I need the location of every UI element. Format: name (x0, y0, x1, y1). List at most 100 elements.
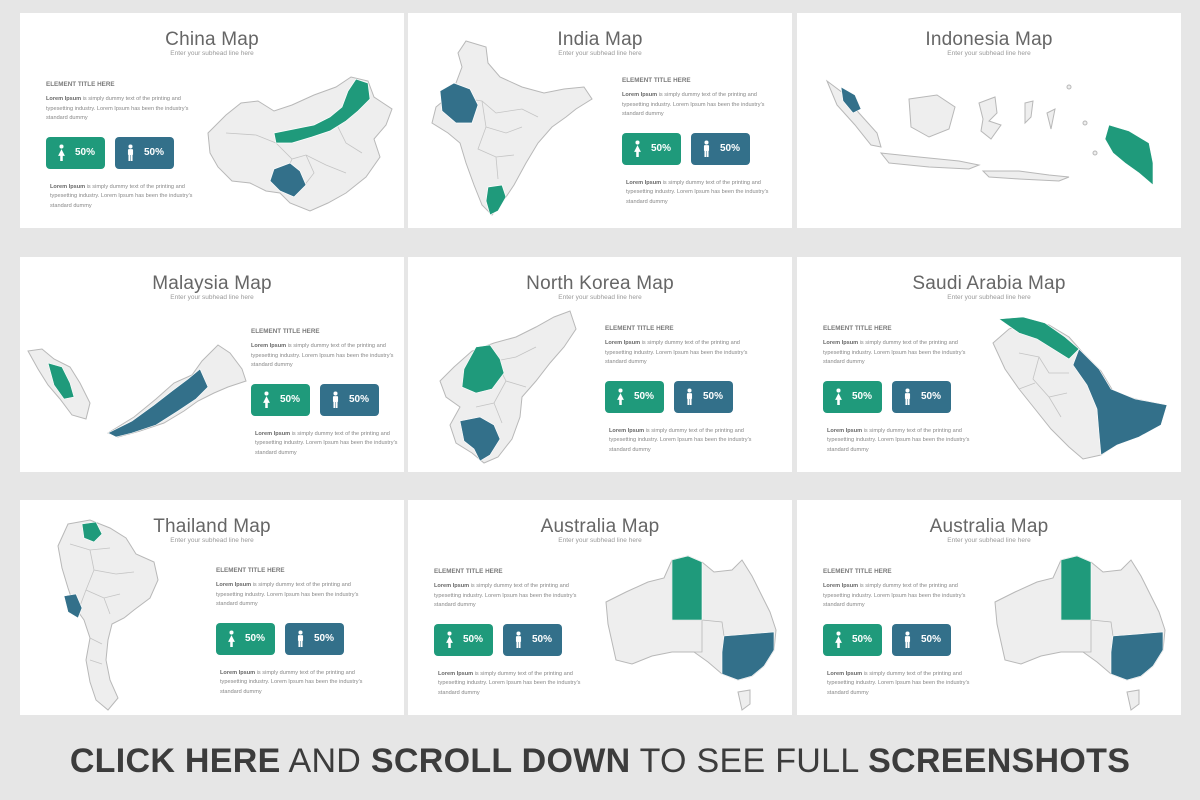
lorem-bold: Lorem Ipsum (50, 183, 86, 190)
cta-banner[interactable]: CLICK HERE AND SCROLL DOWN TO SEE FULL S… (0, 742, 1200, 781)
slide-subtitle: Enter your subhead line here (947, 50, 1031, 57)
lorem-paragraph: Lorem Ipsum is simply dummy text of the … (823, 339, 973, 368)
lorem-bold: Lorem Ipsum (251, 343, 287, 349)
lorem-bold: Lorem Ipsum (438, 670, 474, 677)
male-person-icon (127, 144, 134, 162)
lorem-paragraph: Lorem Ipsum is simply dummy text of the … (605, 339, 755, 368)
female-percent: 50% (74, 147, 95, 159)
female-percent: 50% (244, 633, 265, 645)
female-percent: 50% (851, 391, 872, 403)
male-person-icon (297, 630, 304, 648)
lorem-paragraph-2: Lorem Ipsum is simply dummy text of the … (216, 669, 366, 698)
female-person-icon (228, 630, 235, 648)
slide-india[interactable]: India Map Enter your subhead line here E… (408, 13, 792, 228)
female-stat: 50% (622, 132, 681, 165)
slide-subtitle: Enter your subhead line here (947, 294, 1031, 301)
male-person-icon (703, 140, 710, 158)
australia-map-illustration (994, 555, 1166, 711)
lorem-bold: Lorem Ipsum (827, 427, 863, 434)
female-person-icon (446, 631, 453, 649)
female-person-icon (835, 631, 842, 649)
male-stat: 50% (691, 132, 750, 165)
lorem-bold: Lorem Ipsum (626, 179, 662, 186)
male-stat: 50% (115, 136, 174, 169)
australia-map-illustration (605, 555, 777, 711)
lorem-bold: Lorem Ipsum (216, 582, 252, 588)
stats-row: 50% 50% (434, 623, 584, 656)
lorem-bold: Lorem Ipsum (46, 96, 82, 102)
lorem-paragraph: Lorem Ipsum is simply dummy text of the … (823, 582, 973, 611)
element-title: ELEMENT TITLE HERE (622, 77, 691, 84)
female-person-icon (617, 388, 624, 406)
element-title: ELEMENT TITLE HERE (823, 568, 892, 575)
female-stat: 50% (46, 136, 105, 169)
china-map-illustration (207, 76, 393, 212)
slide-north-korea[interactable]: North Korea Map Enter your subhead line … (408, 257, 792, 472)
female-person-icon (634, 140, 641, 158)
slide-australia-2[interactable]: Australia Map Enter your subhead line he… (797, 500, 1181, 715)
lorem-paragraph: Lorem Ipsum is simply dummy text of the … (251, 342, 401, 371)
slide-subtitle: Enter your subhead line here (558, 537, 642, 544)
slide-subtitle: Enter your subhead line here (170, 50, 254, 57)
info-block: ELEMENT TITLE HERE Lorem Ipsum is simply… (434, 568, 584, 699)
male-stat: 50% (503, 623, 562, 656)
male-percent: 50% (348, 394, 369, 406)
male-percent: 50% (920, 634, 941, 646)
slide-indonesia[interactable]: Indonesia Map Enter your subhead line he… (797, 13, 1181, 228)
female-percent: 50% (462, 634, 483, 646)
info-block: ELEMENT TITLE HERE Lorem Ipsum is simply… (251, 328, 401, 459)
female-percent: 50% (851, 634, 872, 646)
slide-saudi-arabia[interactable]: Saudi Arabia Map Enter your subhead line… (797, 257, 1181, 472)
indonesia-map-illustration (825, 79, 1154, 186)
lorem-paragraph: Lorem Ipsum is simply dummy text of the … (46, 95, 196, 124)
stats-row: 50% 50% (823, 380, 973, 413)
female-person-icon (58, 144, 65, 162)
male-stat: 50% (285, 622, 344, 655)
lorem-paragraph: Lorem Ipsum is simply dummy text of the … (434, 582, 584, 611)
male-percent: 50% (719, 143, 740, 155)
lorem-paragraph: Lorem Ipsum is simply dummy text of the … (216, 581, 366, 610)
slide-title: North Korea Map (526, 273, 674, 294)
stats-row: 50% 50% (823, 623, 973, 656)
slide-title: Malaysia Map (152, 273, 272, 294)
element-title: ELEMENT TITLE HERE (46, 81, 115, 88)
banner-and: AND (280, 742, 371, 780)
banner-screenshots: SCREENSHOTS (868, 742, 1131, 780)
male-percent: 50% (143, 147, 164, 159)
female-person-icon (835, 388, 842, 406)
female-stat: 50% (823, 623, 882, 656)
stats-row: 50% 50% (251, 383, 401, 416)
element-title: ELEMENT TITLE HERE (251, 328, 320, 335)
slide-australia-1[interactable]: Australia Map Enter your subhead line he… (408, 500, 792, 715)
female-stat: 50% (823, 380, 882, 413)
male-stat: 50% (320, 383, 379, 416)
slide-china[interactable]: China Map Enter your subhead line here E… (20, 13, 404, 228)
slide-thailand[interactable]: Thailand Map Enter your subhead line her… (20, 500, 404, 715)
lorem-paragraph-2: Lorem Ipsum is simply dummy text of the … (622, 179, 772, 208)
female-person-icon (263, 391, 270, 409)
slide-title: Saudi Arabia Map (912, 273, 1066, 294)
female-stat: 50% (251, 383, 310, 416)
stats-row: 50% 50% (605, 380, 755, 413)
male-percent: 50% (920, 391, 941, 403)
lorem-paragraph-2: Lorem Ipsum is simply dummy text of the … (434, 670, 584, 699)
slide-subtitle: Enter your subhead line here (170, 294, 254, 301)
male-percent: 50% (702, 391, 723, 403)
male-person-icon (904, 631, 911, 649)
lorem-paragraph-2: Lorem Ipsum is simply dummy text of the … (46, 183, 196, 212)
slide-title: China Map (165, 29, 259, 50)
lorem-bold: Lorem Ipsum (220, 669, 256, 676)
female-percent: 50% (633, 391, 654, 403)
slide-subtitle: Enter your subhead line here (947, 537, 1031, 544)
info-block: ELEMENT TITLE HERE Lorem Ipsum is simply… (823, 568, 973, 699)
stats-row: 50% 50% (216, 622, 366, 655)
lorem-bold: Lorem Ipsum (823, 583, 859, 589)
male-person-icon (686, 388, 693, 406)
lorem-bold: Lorem Ipsum (605, 340, 641, 346)
slide-malaysia[interactable]: Malaysia Map Enter your subhead line her… (20, 257, 404, 472)
malaysia-map-illustration (27, 344, 247, 438)
banner-click-here: CLICK HERE (69, 742, 281, 780)
element-title: ELEMENT TITLE HERE (605, 325, 674, 332)
lorem-paragraph-2: Lorem Ipsum is simply dummy text of the … (823, 427, 973, 456)
female-percent: 50% (279, 394, 300, 406)
